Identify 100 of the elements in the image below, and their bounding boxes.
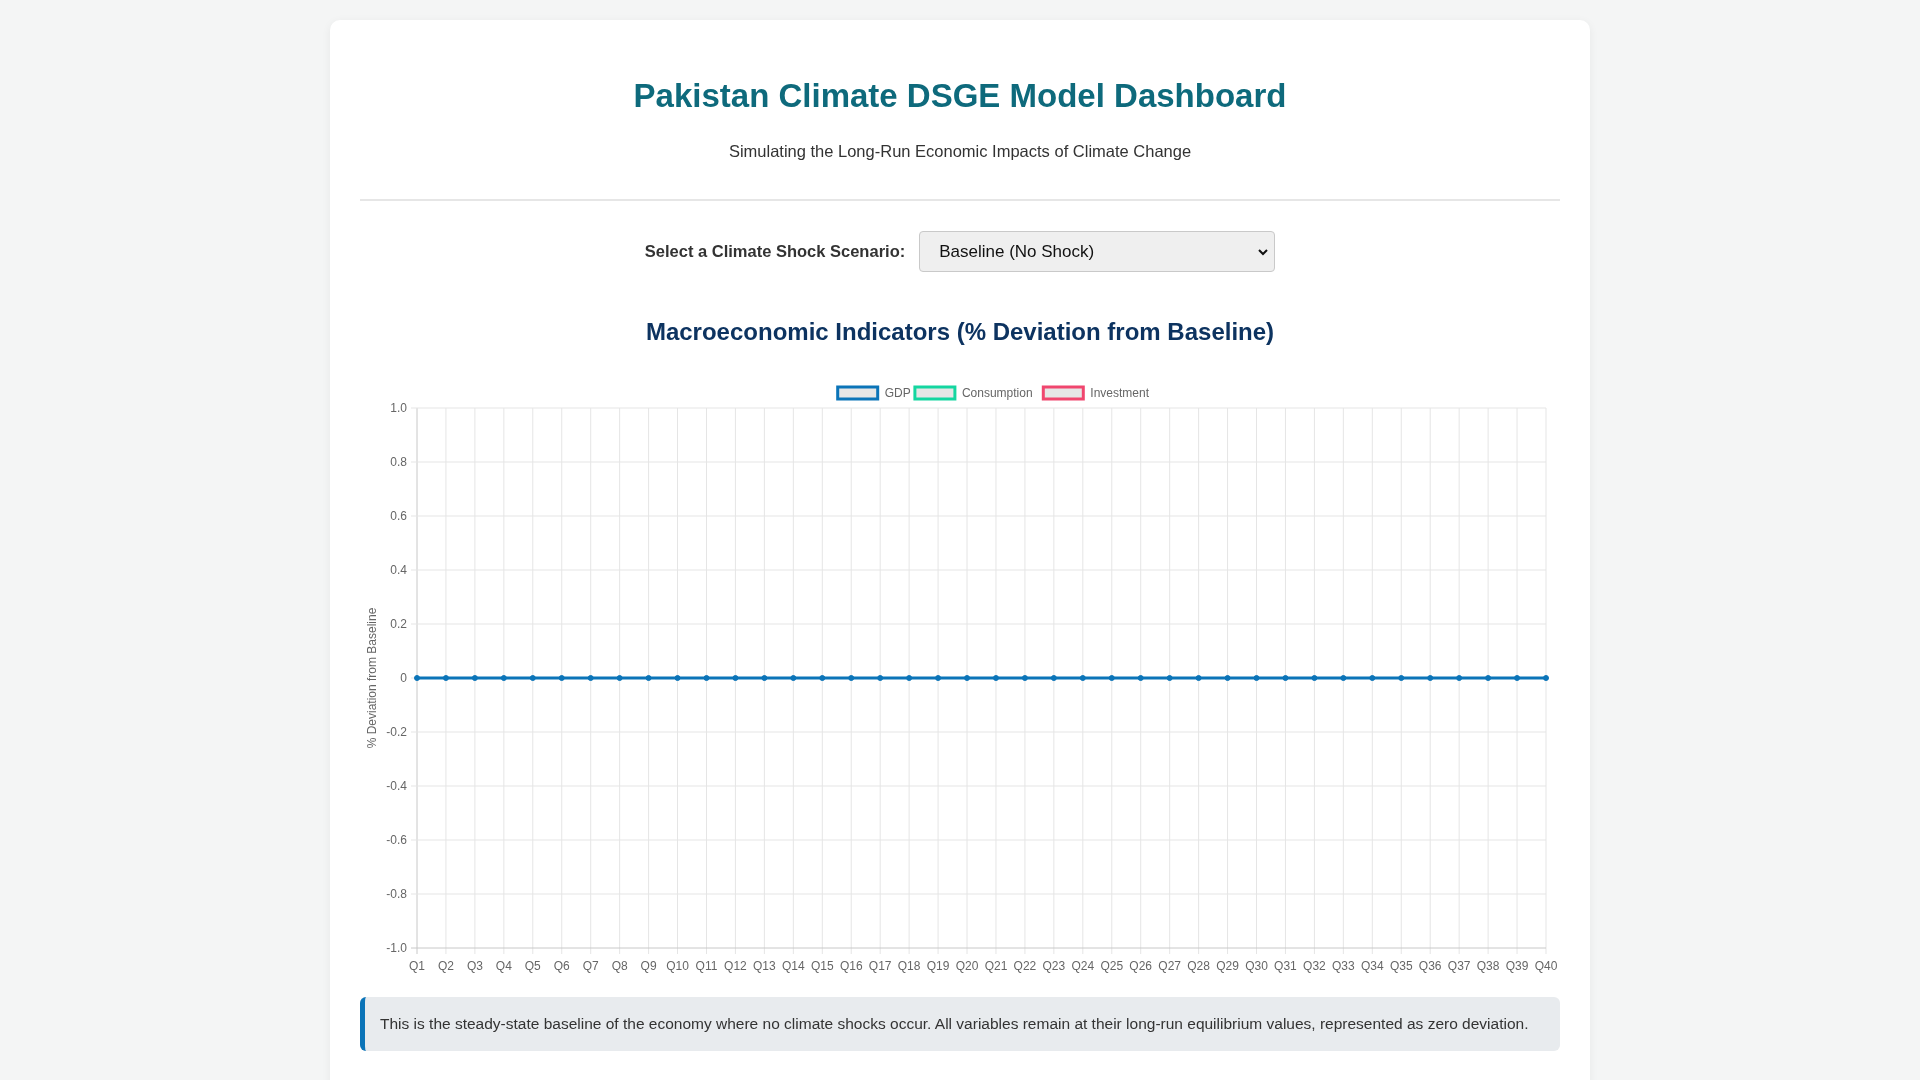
data-point [935, 675, 942, 681]
data-point [761, 675, 768, 681]
data-point [848, 675, 855, 681]
data-point [558, 675, 565, 681]
y-tick-label: -1.0 [386, 941, 407, 955]
data-point [1485, 675, 1492, 681]
y-tick-label: 0.2 [390, 617, 407, 631]
data-point [442, 675, 449, 681]
x-tick-label: Q24 [1071, 959, 1095, 973]
x-tick-label: Q6 [553, 959, 570, 973]
x-tick-label: Q26 [1129, 959, 1153, 973]
x-tick-label: Q1 [409, 959, 425, 973]
scenario-label: Select a Climate Shock Scenario: [644, 241, 906, 263]
x-tick-label: Q10 [666, 959, 689, 973]
x-tick-label: Q29 [1216, 959, 1239, 973]
x-tick-label: Q7 [582, 959, 599, 973]
legend-label[interactable]: Consumption [961, 386, 1033, 400]
data-point [587, 675, 594, 681]
y-tick-label: 0 [400, 671, 407, 685]
x-tick-label: Q9 [640, 959, 657, 973]
x-tick-label: Q14 [782, 959, 805, 973]
y-tick-label: 0.6 [390, 509, 407, 523]
legend-swatch[interactable] [913, 385, 957, 401]
x-tick-label: Q31 [1274, 959, 1297, 973]
legend-swatch[interactable] [1041, 385, 1085, 401]
data-point [1050, 675, 1057, 681]
x-tick-label: Q23 [1042, 959, 1066, 973]
data-point [819, 675, 826, 681]
data-point [616, 675, 623, 681]
y-tick-label: -0.8 [386, 887, 407, 901]
data-point [1195, 675, 1202, 681]
scenario-description: This is the steady-state baseline of the economy where no climate shocks occur. All variables remain at their long-run equilibrium values, represented as zero deviation. [360, 997, 1560, 1051]
x-tick-label: Q11 [695, 959, 718, 973]
data-point [732, 675, 739, 681]
x-tick-label: Q16 [839, 959, 863, 973]
data-point [1543, 675, 1549, 681]
data-point [674, 675, 681, 681]
data-point [790, 675, 797, 681]
data-point [414, 675, 420, 681]
x-tick-label: Q38 [1476, 959, 1500, 973]
data-point [1369, 675, 1376, 681]
data-point [1253, 675, 1260, 681]
data-point [1079, 675, 1086, 681]
data-point [703, 675, 710, 681]
data-point [1137, 675, 1144, 681]
data-point [1340, 675, 1347, 681]
x-tick-label: Q12 [724, 959, 747, 973]
x-tick-label: Q36 [1418, 959, 1442, 973]
data-point [964, 675, 971, 681]
data-point [1514, 675, 1521, 681]
data-point [877, 675, 884, 681]
y-tick-label: -0.2 [386, 725, 407, 739]
x-tick-label: Q19 [926, 959, 950, 973]
x-tick-label: Q17 [868, 959, 892, 973]
data-point [645, 675, 652, 681]
x-tick-label: Q22 [1013, 959, 1037, 973]
x-tick-label: Q25 [1100, 959, 1124, 973]
data-point [1456, 675, 1463, 681]
y-axis-title: % Deviation from Baseline [365, 607, 379, 749]
x-tick-label: Q21 [984, 959, 1008, 973]
x-tick-label: Q37 [1447, 959, 1471, 973]
x-tick-label: Q27 [1158, 959, 1181, 973]
chart-title: Macroeconomic Indicators (% Deviation from Baseline) [645, 317, 1275, 347]
legend-swatch[interactable] [836, 385, 880, 401]
legend-label[interactable]: Investment [1090, 386, 1149, 400]
data-point [1166, 675, 1173, 681]
page-title: Pakistan Climate DSGE Model Dashboard [633, 76, 1287, 116]
data-point [1427, 675, 1434, 681]
data-point [1224, 675, 1231, 681]
x-tick-label: Q32 [1303, 959, 1326, 973]
x-tick-label: Q34 [1360, 959, 1384, 973]
x-tick-label: Q40 [1534, 959, 1558, 973]
x-tick-label: Q39 [1505, 959, 1529, 973]
data-point [1311, 675, 1318, 681]
x-tick-label: Q2 [437, 959, 454, 973]
x-tick-label: Q3 [466, 959, 483, 973]
data-point [1021, 675, 1028, 681]
x-tick-label: Q30 [1245, 959, 1268, 973]
data-point [500, 675, 507, 681]
chevron-down-icon [1258, 247, 1269, 256]
x-tick-label: Q18 [897, 959, 921, 973]
x-tick-label: Q13 [753, 959, 776, 973]
x-tick-label: Q15 [810, 959, 834, 973]
data-point [1398, 675, 1405, 681]
x-tick-label: Q8 [611, 959, 628, 973]
x-tick-label: Q20 [955, 959, 979, 973]
legend-label[interactable]: GDP [884, 386, 911, 400]
x-tick-label: Q4 [495, 959, 512, 973]
x-tick-label: Q35 [1389, 959, 1413, 973]
page-subtitle: Simulating the Long-Run Economic Impacts of Climate Change [728, 141, 1192, 162]
scenario-select[interactable]: Baseline (No Shock) [919, 231, 1276, 272]
y-tick-label: 1.0 [390, 401, 407, 415]
data-point [471, 675, 478, 681]
data-point [1108, 675, 1115, 681]
y-tick-label: 0.8 [390, 455, 407, 469]
data-point [992, 675, 999, 681]
x-tick-label: Q33 [1332, 959, 1355, 973]
x-tick-label: Q28 [1187, 959, 1210, 973]
data-point [529, 675, 536, 681]
data-point [906, 675, 913, 681]
